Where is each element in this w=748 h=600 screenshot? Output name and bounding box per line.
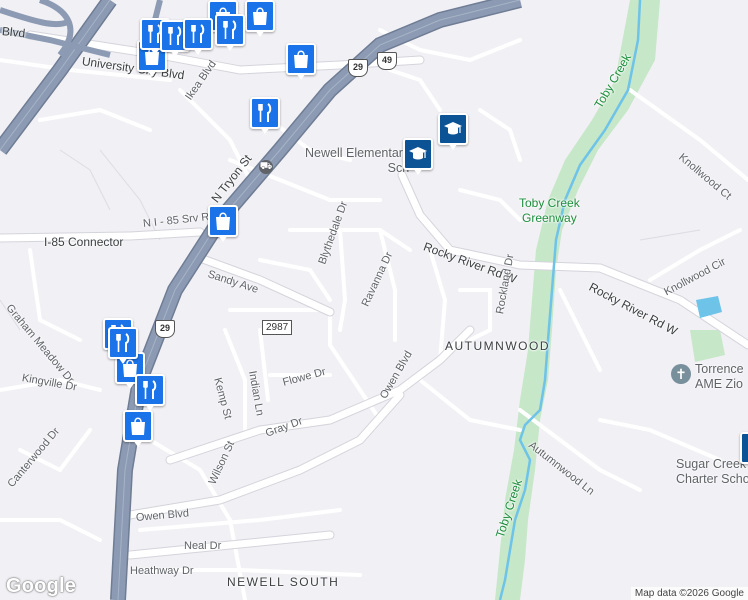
restaurant-icon: [143, 380, 157, 399]
restaurant-marker[interactable]: [183, 18, 213, 58]
us-29-shield-bottom: 29: [155, 320, 175, 338]
school-marker[interactable]: [438, 113, 468, 153]
street-label-neal-dr: Neal Dr: [184, 540, 222, 552]
school-icon: [444, 122, 462, 135]
restaurant-icon: [258, 103, 272, 122]
shopping-bag-icon: [294, 50, 308, 68]
toby-creek-greenway-park: [495, 0, 660, 600]
neighborhood-label-newell-south: NEWELL SOUTH: [227, 575, 340, 589]
google-logo[interactable]: Google: [6, 575, 76, 598]
shopping-marker[interactable]: [208, 205, 238, 245]
poi-label-torrence-ame[interactable]: Torrence AME Zio: [695, 362, 744, 392]
neighborhood-label-autumnwood: AUTUMNWOOD: [445, 339, 550, 353]
school-icon: [409, 147, 427, 160]
shopping-bag-icon: [131, 417, 145, 435]
shopping-marker[interactable]: [245, 0, 275, 40]
highways: [0, 0, 522, 600]
street-label-blvd: Blvd: [1, 24, 26, 41]
poi-label-sugar-creek-charter[interactable]: Sugar Creek Charter School: [676, 457, 748, 487]
school-marker[interactable]: [403, 138, 433, 178]
sr-2987-shield: 2987: [262, 320, 293, 335]
restaurant-marker[interactable]: [108, 327, 138, 367]
restaurant-icon: [191, 24, 205, 43]
map-canvas[interactable]: 29 49 29 2987 Blvd University City Blvd …: [0, 0, 748, 600]
poi-label-newell-elementary[interactable]: Newell Elementary Sch: [305, 146, 409, 176]
highway-center-lines: [0, 0, 521, 600]
shopping-bag-icon: [253, 7, 267, 25]
restaurant-icon: [223, 20, 237, 39]
us-29-shield-top: 29: [348, 59, 368, 77]
street-label-i85-connector: I-85 Connector: [44, 235, 124, 249]
restaurant-marker[interactable]: [215, 14, 245, 54]
street-label-heathway-dr: Heathway Dr: [130, 565, 194, 577]
church-icon[interactable]: ✝: [671, 364, 691, 384]
shopping-marker[interactable]: [123, 410, 153, 450]
park-patch: [690, 330, 725, 362]
pond: [696, 296, 722, 318]
us-49-shield: 49: [377, 52, 397, 70]
transit-icon[interactable]: ⛟: [259, 160, 273, 174]
map-attribution[interactable]: Map data ©2026 Google: [630, 587, 748, 600]
restaurant-marker[interactable]: [250, 97, 280, 137]
shopping-bag-icon: [216, 212, 230, 230]
restaurant-icon: [168, 26, 182, 45]
restaurant-marker[interactable]: [135, 374, 165, 414]
shopping-marker[interactable]: [286, 43, 316, 83]
park-label-toby-creek-greenway: Toby Creek Greenway: [519, 196, 580, 225]
restaurant-icon: [116, 333, 130, 352]
highway-casing: [0, 0, 522, 600]
school-marker[interactable]: [740, 432, 748, 472]
